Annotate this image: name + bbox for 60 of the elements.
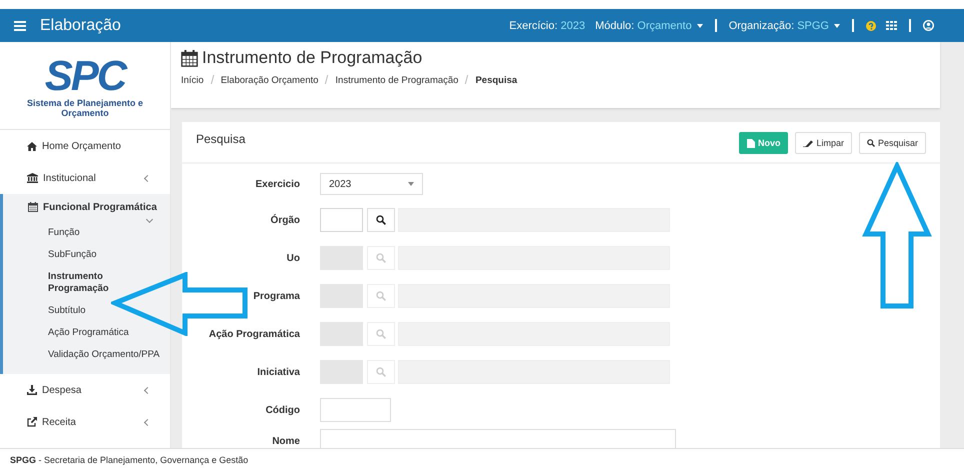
help-icon[interactable] bbox=[866, 20, 876, 30]
panel-title: Pesquisa bbox=[196, 132, 246, 146]
action-button[interactable]: Limpar bbox=[795, 132, 852, 154]
code-field[interactable] bbox=[320, 208, 363, 232]
menu-icon[interactable] bbox=[14, 20, 26, 30]
sidebar-subitem[interactable]: Instrumento Programação bbox=[3, 266, 127, 300]
logo: SPC bbox=[44, 54, 126, 98]
field-label: Nome bbox=[271, 436, 300, 447]
sidebar-item[interactable]: Home Orçamento bbox=[0, 130, 170, 162]
grid-icon[interactable] bbox=[886, 21, 897, 30]
sidebar-subitem[interactable]: Ação Programática bbox=[3, 322, 170, 344]
search-icon bbox=[376, 367, 386, 377]
user-icon[interactable] bbox=[923, 20, 934, 31]
separator bbox=[852, 19, 854, 32]
sidebar-item[interactable]: Despesa bbox=[0, 374, 170, 406]
context-selector[interactable]: Organização: SPGG bbox=[728, 20, 840, 32]
sidebar-subitem[interactable]: SubFunção bbox=[3, 244, 170, 266]
external-link-icon bbox=[27, 417, 37, 427]
field-label: Iniciativa bbox=[256, 366, 300, 378]
action-button[interactable]: Pesquisar bbox=[858, 132, 926, 154]
year-dropdown[interactable]: 2023 bbox=[320, 173, 423, 195]
sidebar-item[interactable]: Receita bbox=[0, 406, 170, 438]
bank-icon bbox=[27, 173, 38, 183]
search-icon bbox=[376, 291, 386, 301]
breadcrumb-link[interactable]: Elaboração Orçamento bbox=[220, 75, 318, 86]
context-selector[interactable]: Módulo: Orçamento bbox=[595, 20, 703, 32]
field-label: Uo bbox=[286, 252, 300, 264]
field-label: Código bbox=[264, 404, 300, 416]
field-label: Exercicio bbox=[254, 178, 300, 190]
sidebar-item[interactable]: Institucional bbox=[0, 162, 170, 194]
calendar-icon bbox=[28, 202, 38, 212]
code-field[interactable] bbox=[320, 398, 391, 422]
field-label: Programa bbox=[252, 290, 300, 302]
breadcrumb-link[interactable]: Instrumento de Programação bbox=[335, 75, 458, 86]
calendar-icon bbox=[181, 50, 198, 66]
document-icon bbox=[746, 138, 755, 148]
separator bbox=[909, 19, 911, 32]
page-title: Instrumento de Programação bbox=[202, 48, 422, 68]
search-icon bbox=[376, 253, 386, 263]
field-label: Ação Programática bbox=[208, 328, 300, 340]
search-icon bbox=[376, 215, 386, 225]
search-button[interactable] bbox=[367, 208, 395, 232]
context-selector: Exercício: 2023 bbox=[509, 20, 586, 32]
breadcrumb-link[interactable]: Início bbox=[181, 75, 204, 86]
search-icon bbox=[376, 329, 386, 339]
separator bbox=[714, 19, 717, 32]
name-field[interactable] bbox=[320, 429, 676, 448]
sidebar-subitem[interactable]: Validação Orçamento/PPA bbox=[3, 344, 170, 366]
sidebar-item[interactable]: Funcional Programática bbox=[3, 194, 170, 222]
breadcrumb-separator bbox=[325, 75, 329, 84]
sidebar-subitem[interactable]: Subtítulo bbox=[3, 300, 170, 322]
logo-subtitle: Sistema de Planejamento e Orçamento bbox=[26, 98, 144, 118]
search-icon bbox=[866, 139, 875, 147]
field-label: Órgão bbox=[270, 214, 300, 226]
app-title: Elaboração bbox=[40, 16, 121, 34]
breadcrumb-separator bbox=[465, 75, 469, 84]
home-icon bbox=[27, 142, 37, 150]
breadcrumb-separator bbox=[210, 75, 214, 84]
download-icon bbox=[27, 385, 37, 395]
sidebar-subitem[interactable]: Função bbox=[3, 222, 170, 244]
